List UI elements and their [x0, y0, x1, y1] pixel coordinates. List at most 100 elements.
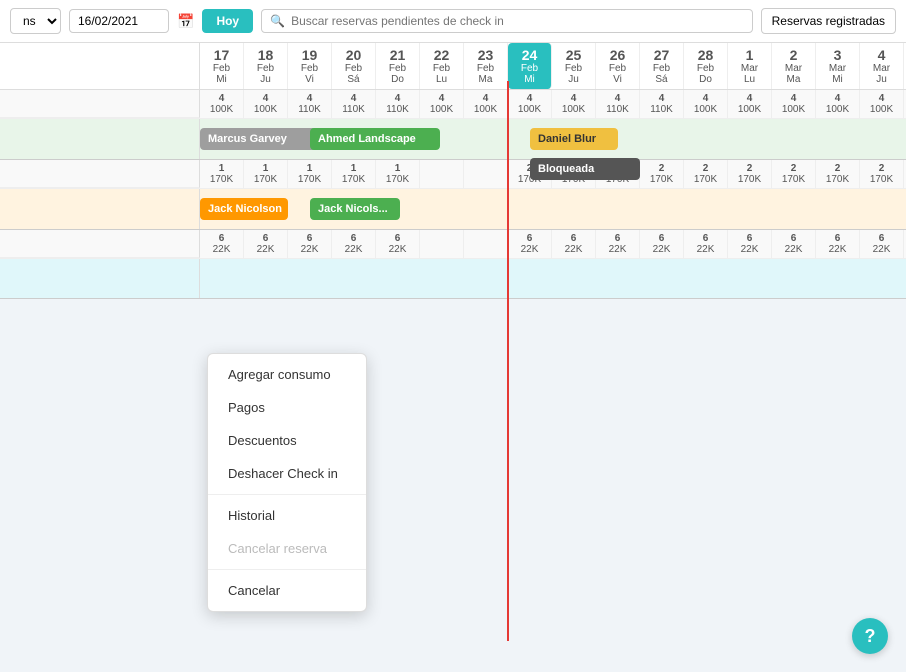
date-cell-25-Feb: 25FebJu — [552, 43, 596, 89]
date-cell-18-Feb: 18FebJu — [244, 43, 288, 89]
price-cell-2: 622K — [288, 230, 332, 258]
calendar-icon[interactable]: 📅 — [177, 13, 194, 30]
price-cell-10: 622K — [640, 230, 684, 258]
section-3: 622K622K622K622K622K622K622K622K622K622K… — [0, 230, 906, 299]
price-cells-3: 622K622K622K622K622K622K622K622K622K622K… — [200, 230, 906, 258]
price-cell-13: 622K — [772, 230, 816, 258]
date-cells: 17FebMi18FebJu19FebVi20FebSá21FebDo22Feb… — [200, 43, 906, 89]
price-cell-0: 4100K — [200, 90, 244, 118]
price-row-1: 4100K4100K4110K4110K4110K4100K4100K4100K… — [0, 90, 906, 119]
price-cell-12: 2170K — [728, 160, 772, 188]
price-cell-4: 1170K — [376, 160, 420, 188]
ahmed-landscape-bar[interactable]: Ahmed Landscape — [310, 128, 440, 150]
ahmed-landscape-label: Ahmed Landscape — [318, 133, 416, 145]
marcus-garvey-label: Marcus Garvey — [208, 133, 287, 145]
price-cell-4: 622K — [376, 230, 420, 258]
date-cell-1-Mar: 1MarLu — [728, 43, 772, 89]
daniel-blur-bar[interactable]: Daniel Blur — [530, 128, 618, 150]
date-cell-19-Feb: 19FebVi — [288, 43, 332, 89]
price-cell-2: 1170K — [288, 160, 332, 188]
price-cell-15: 2170K — [860, 160, 904, 188]
price-cell-1: 622K — [244, 230, 288, 258]
context-menu-item-3[interactable]: Deshacer Check in — [208, 457, 366, 490]
jack-nicolson-label-1: Jack Nicolson — [208, 203, 282, 215]
room-label-2 — [0, 189, 200, 229]
date-cell-24-Feb: 24FebMi — [508, 43, 552, 89]
room-cells-3 — [200, 259, 906, 298]
bloqueada-bar[interactable]: Bloqueada — [530, 158, 640, 180]
price-cells-1: 4100K4100K4110K4110K4110K4100K4100K4100K… — [200, 90, 906, 118]
price-cell-13: 2170K — [772, 160, 816, 188]
date-header-row: 17FebMi18FebJu19FebVi20FebSá21FebDo22Feb… — [0, 43, 906, 90]
price-cell-12: 622K — [728, 230, 772, 258]
price-cell-10: 2170K — [640, 160, 684, 188]
price-cell-3: 622K — [332, 230, 376, 258]
price-cell-15: 4100K — [860, 90, 904, 118]
price-cell-6 — [464, 230, 508, 258]
context-menu-item-1[interactable]: Pagos — [208, 391, 366, 424]
context-menu-item-6[interactable]: Cancelar — [208, 574, 366, 607]
reservas-button[interactable]: Reservas registradas — [761, 8, 896, 34]
price-cell-0: 1170K — [200, 160, 244, 188]
hoy-button[interactable]: Hoy — [202, 9, 253, 33]
room-row-jack: Jack Nicolson Jack Nicols... — [0, 189, 906, 230]
room-cells-1: Marcus Garvey Daniel Blur Ahmed Landscap… — [200, 119, 906, 159]
context-menu-item-2[interactable]: Descuentos — [208, 424, 366, 457]
price-cell-8: 622K — [552, 230, 596, 258]
price-cell-11: 4100K — [684, 90, 728, 118]
date-cell-28-Feb: 28FebDo — [684, 43, 728, 89]
price-cell-6 — [464, 160, 508, 188]
price-cell-7: 622K — [508, 230, 552, 258]
context-menu-item-4[interactable]: Historial — [208, 499, 366, 532]
price-cell-1: 4100K — [244, 90, 288, 118]
price-cell-10: 4110K — [640, 90, 684, 118]
toolbar: ns 📅 Hoy 🔍 Reservas registradas — [0, 0, 906, 43]
today-line — [507, 81, 509, 641]
date-cell-4-Mar: 4MarJu — [860, 43, 904, 89]
price-cell-3: 4110K — [332, 90, 376, 118]
view-dropdown[interactable]: ns — [10, 8, 61, 34]
room-row-3 — [0, 259, 906, 299]
search-input[interactable] — [291, 14, 744, 28]
date-cell-22-Feb: 22FebLu — [420, 43, 464, 89]
price-cell-1: 1170K — [244, 160, 288, 188]
price-cell-11: 2170K — [684, 160, 728, 188]
price-cell-0: 622K — [200, 230, 244, 258]
price-cell-12: 4100K — [728, 90, 772, 118]
price-row-2: 1170K1170K1170K1170K1170K2170K2170K2170K… — [0, 160, 906, 189]
price-cell-14: 2170K — [816, 160, 860, 188]
jack-nicolson-label-2: Jack Nicols... — [318, 203, 388, 215]
context-menu-item-0[interactable]: Agregar consumo — [208, 358, 366, 391]
price-cell-2: 4110K — [288, 90, 332, 118]
jack-nicolson-bar-2[interactable]: Jack Nicols... — [310, 198, 400, 220]
search-box: 🔍 — [261, 9, 753, 33]
price-label-3 — [0, 230, 200, 258]
price-cell-5 — [420, 230, 464, 258]
price-row-3: 622K622K622K622K622K622K622K622K622K622K… — [0, 230, 906, 259]
calendar-grid: 17FebMi18FebJu19FebVi20FebSá21FebDo22Feb… — [0, 43, 906, 299]
price-cell-11: 622K — [684, 230, 728, 258]
room-label-3 — [0, 259, 200, 298]
header-row-label — [0, 43, 200, 89]
date-input[interactable] — [69, 9, 169, 33]
jack-nicolson-bar-1[interactable]: Jack Nicolson — [200, 198, 288, 220]
date-cell-3-Mar: 3MarMi — [816, 43, 860, 89]
price-cell-13: 4100K — [772, 90, 816, 118]
date-cell-2-Mar: 2MarMa — [772, 43, 816, 89]
date-cell-27-Feb: 27FebSá — [640, 43, 684, 89]
search-icon: 🔍 — [270, 14, 285, 28]
price-cell-4: 4110K — [376, 90, 420, 118]
price-cell-15: 622K — [860, 230, 904, 258]
price-cell-14: 4100K — [816, 90, 860, 118]
price-cell-8: 4100K — [552, 90, 596, 118]
date-cell-21-Feb: 21FebDo — [376, 43, 420, 89]
price-cell-5 — [420, 160, 464, 188]
price-cell-14: 622K — [816, 230, 860, 258]
price-cell-7: 4100K — [508, 90, 552, 118]
bloqueada-label: Bloqueada — [538, 163, 594, 175]
room-row-marcus: Marcus Garvey Daniel Blur Ahmed Landscap… — [0, 119, 906, 160]
room-label-1 — [0, 119, 200, 159]
room-cells-2: Jack Nicolson Jack Nicols... — [200, 189, 906, 229]
daniel-blur-label: Daniel Blur — [538, 133, 596, 145]
help-button[interactable]: ? — [852, 618, 888, 654]
